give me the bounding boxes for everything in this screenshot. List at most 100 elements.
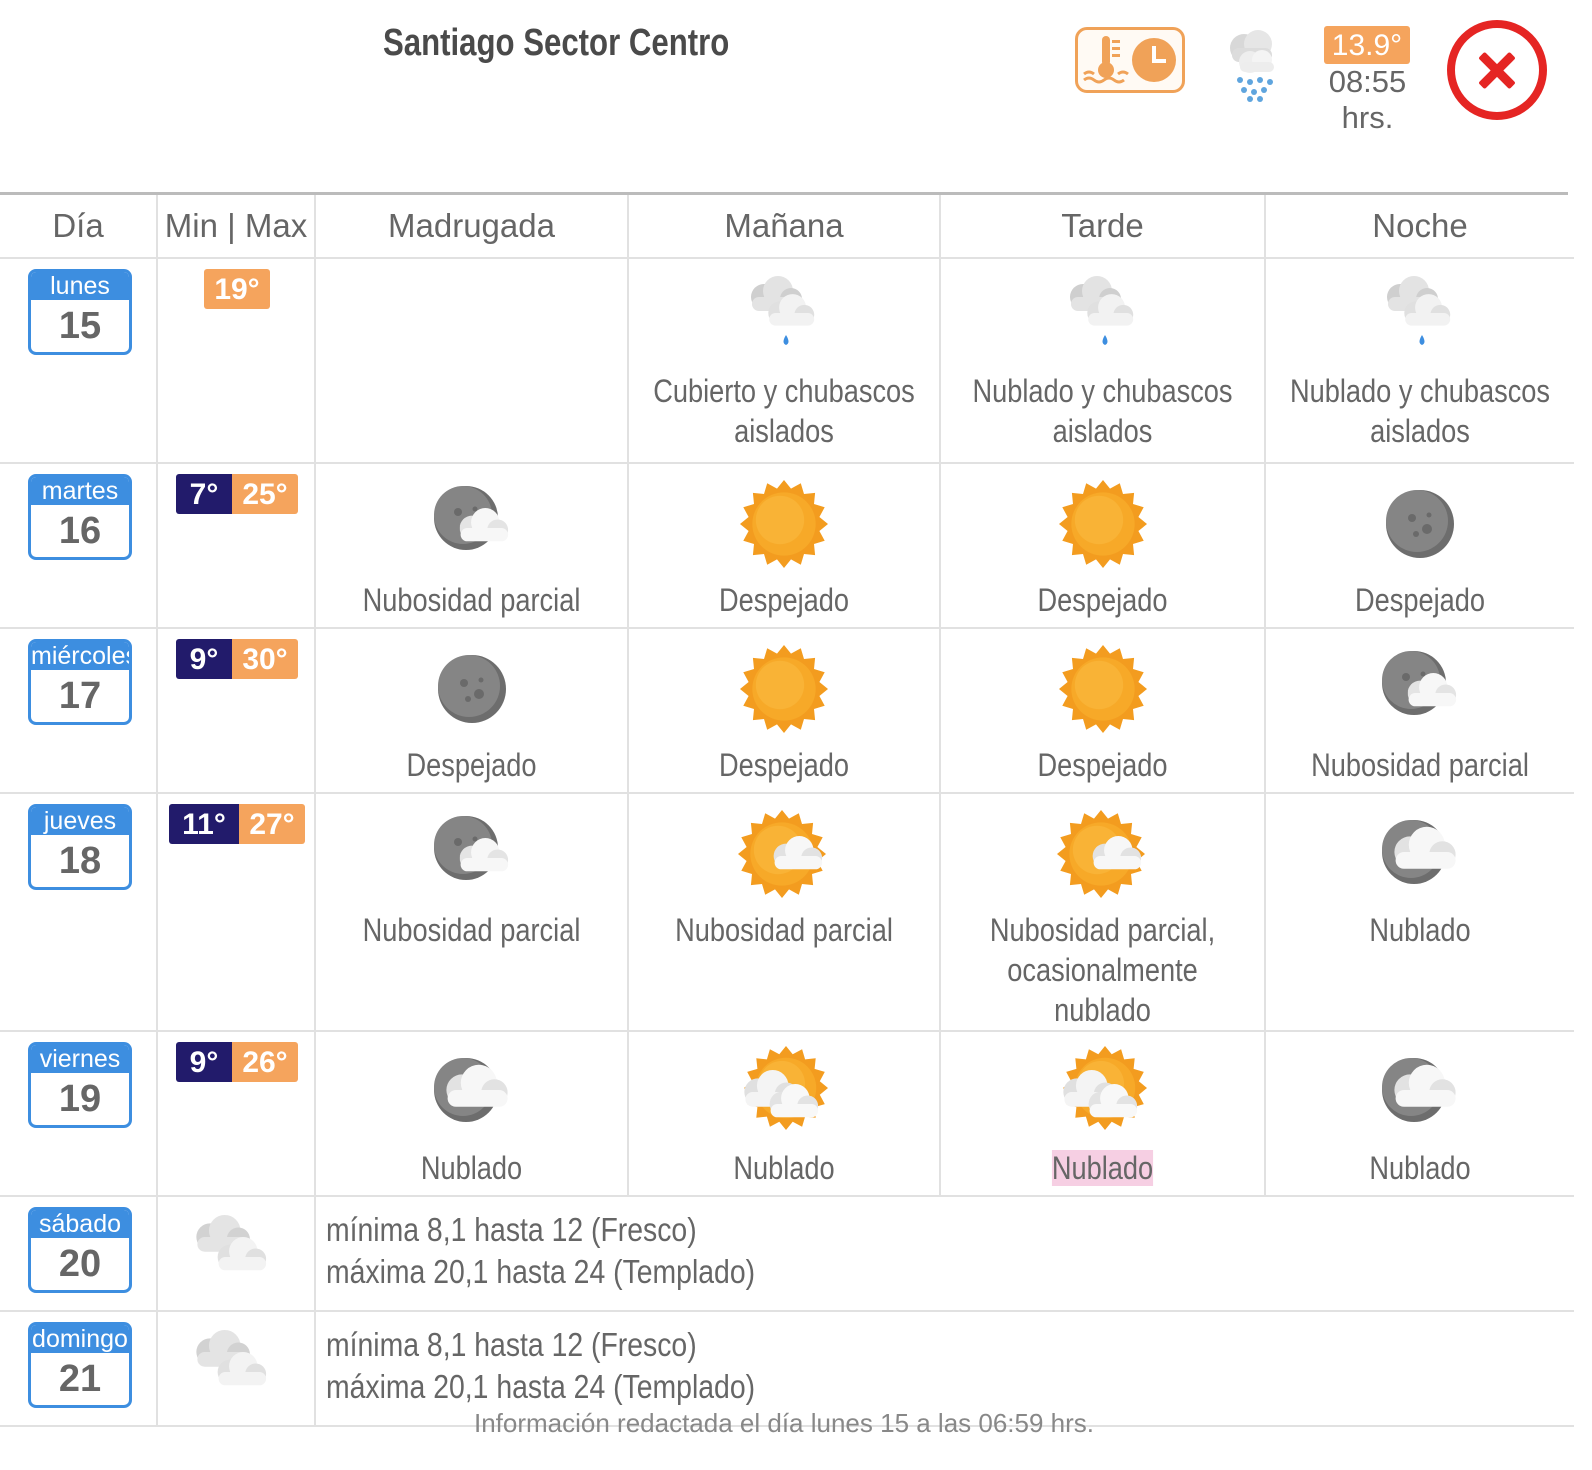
table-row: jueves 18 11° 27° Nubosidad parcial Nubos… bbox=[0, 793, 1574, 1032]
period-cell: Nublado y chubascos aislados bbox=[940, 258, 1266, 464]
cloud-showers-icon bbox=[1372, 269, 1468, 361]
period-cell: Despejado bbox=[940, 628, 1266, 794]
max-temp: 25° bbox=[232, 474, 298, 514]
period-description: Cubierto y chubascos aislados bbox=[653, 373, 915, 449]
day-number: 16 bbox=[58, 510, 102, 552]
period-description: Nublado bbox=[1369, 1150, 1471, 1186]
min-temp: 7° bbox=[176, 474, 232, 514]
period-cell: Cubierto y chubascos aislados bbox=[628, 258, 941, 464]
day-cell: miércoles 17 bbox=[0, 628, 158, 794]
sun-cloud-icon bbox=[1055, 808, 1151, 900]
day-number: 17 bbox=[58, 675, 102, 717]
day-cell: martes 16 bbox=[0, 463, 158, 629]
period-description: Nubosidad parcial, ocasionalmente nublad… bbox=[989, 912, 1216, 1028]
moon-icon bbox=[1372, 478, 1468, 570]
day-calendar-badge: domingo 21 bbox=[28, 1322, 132, 1408]
period-cell: Nublado bbox=[315, 1031, 629, 1197]
period-cell bbox=[315, 258, 629, 464]
sun-cloudy-icon bbox=[1055, 1046, 1151, 1138]
col-header-manana: Mañana bbox=[628, 195, 941, 259]
summary-max: máxima 20,1 hasta 24 (Templado) bbox=[326, 1368, 756, 1405]
moon-icon bbox=[424, 643, 520, 735]
period-description: Nublado y chubascos aislados bbox=[972, 373, 1233, 449]
max-temp: 26° bbox=[232, 1042, 298, 1082]
day-name: domingo bbox=[31, 1325, 129, 1353]
period-cell: Nublado y chubascos aislados bbox=[1265, 258, 1574, 464]
period-cell: Nublado bbox=[1265, 1031, 1574, 1197]
sun-cloudy-icon bbox=[736, 1046, 832, 1138]
day-calendar-badge: miércoles 17 bbox=[28, 639, 132, 725]
min-temp: 9° bbox=[176, 639, 232, 679]
day-name: martes bbox=[31, 477, 129, 505]
day-name: sábado bbox=[31, 1210, 129, 1238]
table-row: sábado 20 mínima 8,1 hasta 12 (Fresco) m… bbox=[0, 1196, 1574, 1312]
period-description: Despejado bbox=[718, 747, 850, 783]
period-description: Despejado bbox=[406, 747, 537, 783]
day-cell: viernes 19 bbox=[0, 1031, 158, 1197]
current-time: 08:55 hrs. bbox=[1328, 64, 1407, 135]
table-header-row: Día Min | Max Madrugada Mañana Tarde Noc… bbox=[0, 195, 1574, 259]
close-button[interactable] bbox=[1447, 20, 1547, 120]
period-cell: Nubosidad parcial bbox=[315, 463, 629, 629]
history-button[interactable] bbox=[1075, 27, 1185, 93]
moon-cloud-icon bbox=[424, 808, 520, 900]
cloudy-icon bbox=[188, 1207, 284, 1299]
day-name: miércoles bbox=[31, 642, 132, 670]
day-name: lunes bbox=[31, 272, 129, 300]
period-description: Despejado bbox=[1037, 747, 1168, 783]
summary-min: mínima 8,1 hasta 12 (Fresco) bbox=[326, 1211, 697, 1248]
period-cell: Despejado bbox=[1265, 463, 1574, 629]
moon-cloudy-icon bbox=[1372, 1046, 1468, 1138]
cloud-showers-icon bbox=[1055, 269, 1151, 361]
period-description: Nubosidad parcial bbox=[362, 582, 581, 618]
period-cell: Nubosidad parcial, ocasionalmente nublad… bbox=[940, 793, 1266, 1032]
period-description: Nubosidad parcial bbox=[362, 912, 581, 948]
col-header-tarde: Tarde bbox=[940, 195, 1266, 259]
sun-icon bbox=[1055, 478, 1151, 570]
cloudy-icon bbox=[188, 1322, 284, 1414]
period-description: Nublado bbox=[1051, 1150, 1154, 1186]
day-cell: jueves 18 bbox=[0, 793, 158, 1032]
footer-note: Información redactada el día lunes 15 a … bbox=[473, 1408, 1095, 1438]
period-cell: Despejado bbox=[940, 463, 1266, 629]
day-number: 15 bbox=[58, 305, 102, 347]
period-cell: Despejado bbox=[628, 463, 941, 629]
forecast-table: Día Min | Max Madrugada Mañana Tarde Noc… bbox=[0, 195, 1574, 1427]
summary-max: máxima 20,1 hasta 24 (Templado) bbox=[326, 1253, 756, 1290]
period-cell: Despejado bbox=[628, 628, 941, 794]
moon-cloudy-icon bbox=[424, 1046, 520, 1138]
period-description: Nublado bbox=[733, 1150, 835, 1186]
minmax-cell: 9° 26° bbox=[157, 1031, 316, 1197]
day-name: viernes bbox=[31, 1045, 129, 1073]
period-description: Nublado bbox=[420, 1150, 523, 1186]
day-number: 20 bbox=[58, 1243, 102, 1285]
day-calendar-badge: lunes 15 bbox=[28, 269, 132, 355]
cloud-rain-icon bbox=[1230, 30, 1274, 102]
period-cell: Nublado bbox=[940, 1031, 1266, 1197]
table-row: lunes 15 19° Cubierto y chubascos aislad… bbox=[0, 258, 1574, 464]
moon-cloud-icon bbox=[424, 478, 520, 570]
sun-icon bbox=[736, 478, 832, 570]
period-cell: Nublado bbox=[628, 1031, 941, 1197]
period-description: Nubosidad parcial bbox=[675, 912, 893, 948]
max-temp: 19° bbox=[204, 269, 270, 309]
sun-cloud-icon bbox=[736, 808, 832, 900]
day-number: 18 bbox=[58, 840, 102, 882]
minmax-cell: 11° 27° bbox=[157, 793, 316, 1032]
page-title: Santiago Sector Centro bbox=[383, 22, 730, 64]
period-cell: Nubosidad parcial bbox=[628, 793, 941, 1032]
period-description: Nubosidad parcial bbox=[1311, 747, 1529, 783]
moon-cloud-icon bbox=[1372, 643, 1468, 735]
period-description: Nublado y chubascos aislados bbox=[1289, 373, 1551, 449]
table-row: miércoles 17 9° 30° Despejado Despejado D… bbox=[0, 628, 1574, 794]
period-cell: Nubosidad parcial bbox=[315, 793, 629, 1032]
minmax-cell: 9° 30° bbox=[157, 628, 316, 794]
day-calendar-badge: jueves 18 bbox=[28, 804, 132, 890]
summary-cell: mínima 8,1 hasta 12 (Fresco) máxima 20,1… bbox=[315, 1196, 1574, 1312]
col-header-madrugada: Madrugada bbox=[315, 195, 629, 259]
min-temp: 11° bbox=[169, 804, 239, 844]
period-description: Despejado bbox=[1037, 582, 1168, 618]
period-description: Despejado bbox=[1354, 582, 1486, 618]
max-temp: 27° bbox=[239, 804, 305, 844]
col-header-minmax: Min | Max bbox=[157, 195, 316, 259]
